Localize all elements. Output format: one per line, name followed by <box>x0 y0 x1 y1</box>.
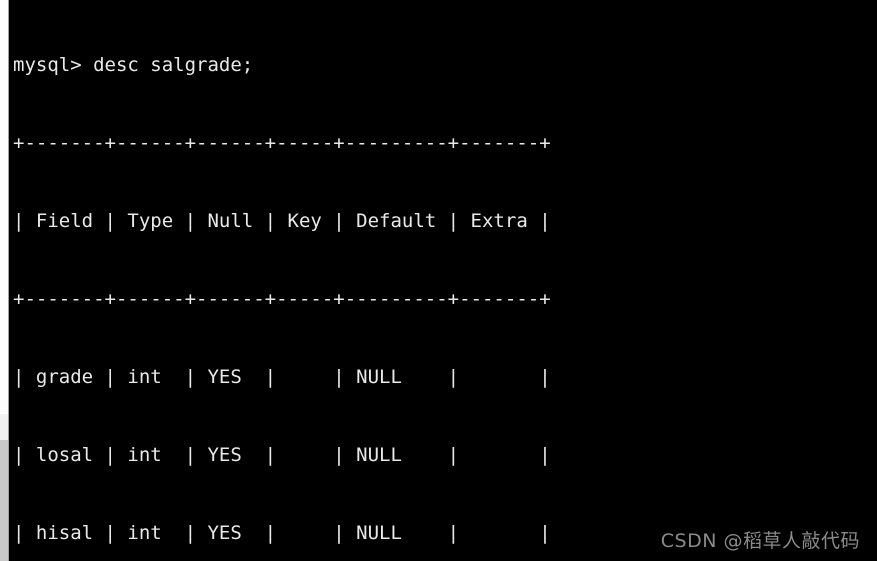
terminal-window: mysql> desc salgrade; +-------+------+--… <box>0 0 877 561</box>
table-row: | losal | int | YES | | NULL | | <box>13 444 551 466</box>
terminal-line-desc-rule-mid: +-------+------+------+-----+---------+-… <box>13 288 551 310</box>
table-row: | grade | int | YES | | NULL | | <box>13 366 551 388</box>
vertical-scrollbar[interactable] <box>0 0 9 561</box>
csdn-watermark: CSDN @稻草人敲代码 <box>660 530 860 552</box>
terminal-line-desc-rule-top: +-------+------+------+-----+---------+-… <box>13 132 551 154</box>
terminal-line-prompt-desc: mysql> desc salgrade; <box>13 54 254 76</box>
terminal-output[interactable]: mysql> desc salgrade; +-------+------+--… <box>13 0 877 561</box>
terminal-line-desc-header: | Field | Type | Null | Key | Default | … <box>13 210 551 232</box>
scrollbar-edge-divider <box>8 0 9 561</box>
